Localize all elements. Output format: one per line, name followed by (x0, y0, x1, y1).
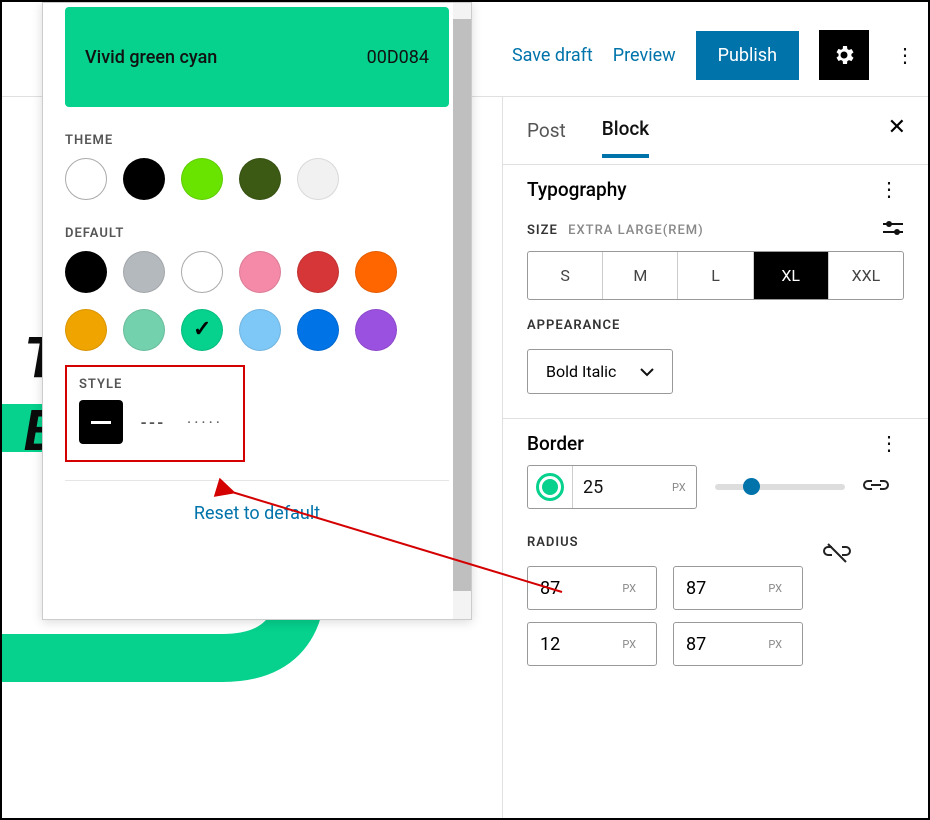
radius-label: RADIUS (527, 535, 579, 550)
reset-to-default-button[interactable]: Reset to default (194, 503, 320, 524)
settings-button[interactable] (819, 30, 869, 80)
theme-swatches (65, 158, 449, 200)
theme-swatch[interactable] (297, 158, 339, 200)
size-label: SIZE (527, 223, 558, 238)
radius-br-input[interactable] (684, 633, 734, 656)
theme-swatch[interactable] (181, 158, 223, 200)
theme-swatch[interactable] (65, 158, 107, 200)
default-swatch[interactable] (355, 309, 397, 351)
link-icon (863, 475, 889, 495)
radius-tr-input[interactable] (684, 577, 734, 600)
size-button-group: S M L XL XXL (527, 251, 904, 300)
typography-menu[interactable]: ⋮ (873, 177, 904, 201)
size-option-m[interactable]: M (603, 252, 678, 299)
reset-row: Reset to default (65, 480, 449, 546)
typography-section: Typography ⋮ SIZE EXTRA LARGE(REM) S M L (503, 164, 928, 412)
theme-label: THEME (65, 133, 449, 148)
publish-button[interactable]: Publish (696, 31, 799, 80)
unlink-radius-button[interactable] (823, 542, 851, 569)
color-name: Vivid green cyan (85, 47, 217, 68)
border-color-button[interactable] (536, 473, 564, 501)
border-width-slider[interactable] (715, 484, 845, 490)
style-label: STYLE (79, 377, 231, 392)
chevron-down-icon (640, 367, 654, 377)
border-section: Border ⋮ PX RADIUS (503, 418, 928, 684)
appearance-label: APPEARANCE (527, 318, 620, 333)
default-swatch[interactable] (65, 309, 107, 351)
selected-color-chip[interactable]: Vivid green cyan 00D084 (65, 7, 449, 107)
default-swatches (65, 251, 449, 351)
border-title: Border (527, 432, 584, 455)
default-swatch-selected[interactable] (181, 309, 223, 351)
theme-swatch[interactable] (239, 158, 281, 200)
style-section-highlight: STYLE --- ····· (65, 365, 245, 462)
theme-swatch[interactable] (123, 158, 165, 200)
radius-bl-input[interactable] (538, 633, 588, 656)
default-swatch[interactable] (181, 251, 223, 293)
gear-icon (832, 43, 856, 67)
default-label: DEFAULT (65, 226, 449, 241)
size-option-l[interactable]: L (678, 252, 753, 299)
appearance-select[interactable]: Bold Italic (527, 349, 673, 394)
block-settings-panel: Post Block ✕ Typography ⋮ SIZE EXTRA LAR… (502, 97, 928, 818)
preview-button[interactable]: Preview (613, 45, 676, 66)
default-swatch[interactable] (239, 309, 281, 351)
unlink-icon (823, 542, 851, 564)
link-sides-button[interactable] (863, 475, 889, 500)
sliders-icon (882, 219, 904, 237)
tab-block[interactable]: Block (602, 117, 649, 158)
border-style-solid[interactable] (79, 400, 123, 444)
border-width-control: PX (527, 465, 697, 509)
popover-scrollbar-thumb[interactable] (453, 19, 471, 591)
default-swatch[interactable] (65, 251, 107, 293)
size-value: EXTRA LARGE(REM) (568, 223, 704, 238)
tab-post[interactable]: Post (527, 119, 566, 156)
size-option-xxl[interactable]: XXL (829, 252, 903, 299)
size-option-s[interactable]: S (528, 252, 603, 299)
save-draft-button[interactable]: Save draft (512, 45, 593, 66)
close-panel-button[interactable]: ✕ (888, 115, 906, 140)
size-option-xl[interactable]: XL (754, 252, 829, 299)
color-picker-popover: Vivid green cyan 00D084 THEME DEFAULT (42, 2, 472, 620)
slider-thumb[interactable] (743, 478, 760, 495)
border-unit[interactable]: PX (662, 481, 696, 494)
color-hex: 00D084 (367, 47, 429, 68)
border-width-input[interactable] (572, 466, 662, 508)
border-menu[interactable]: ⋮ (873, 431, 904, 455)
default-swatch[interactable] (123, 251, 165, 293)
radius-unit[interactable]: PX (612, 582, 646, 595)
radius-tl-input[interactable] (538, 577, 588, 600)
default-swatch[interactable] (123, 309, 165, 351)
typography-title: Typography (527, 178, 627, 201)
default-swatch[interactable] (297, 251, 339, 293)
default-swatch[interactable] (355, 251, 397, 293)
default-swatch[interactable] (297, 309, 339, 351)
more-menu-button[interactable]: ⋮ (889, 43, 920, 67)
size-custom-toggle[interactable] (882, 219, 904, 241)
radius-grid: PX PX PX PX (527, 566, 803, 666)
border-style-dotted[interactable]: ····· (183, 400, 227, 444)
default-swatch[interactable] (239, 251, 281, 293)
border-style-dashed[interactable]: --- (131, 400, 175, 444)
